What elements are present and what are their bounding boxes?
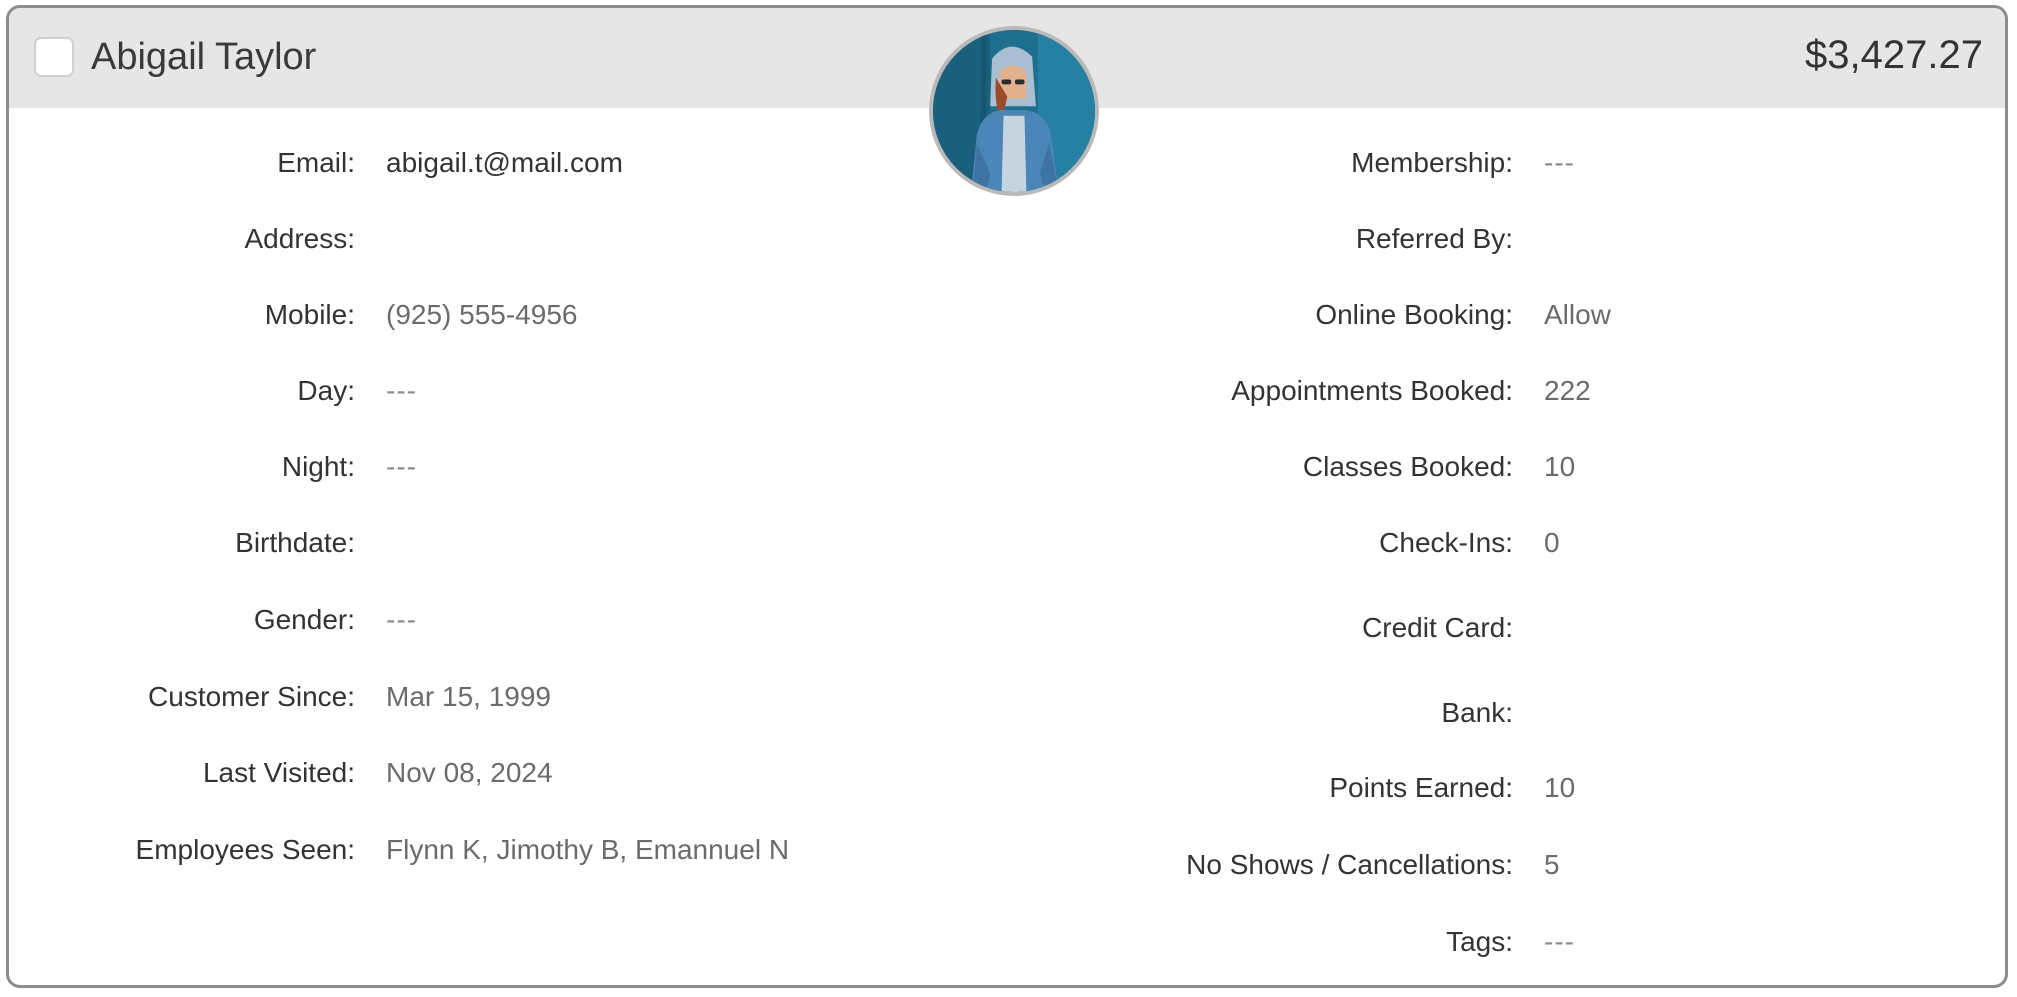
customer-avatar[interactable] [929, 26, 1099, 196]
field-check-ins: Check-Ins: 0 [9, 523, 1999, 563]
field-label: Online Booking: [1315, 299, 1513, 330]
field-appointments-booked: Appointments Booked: 222 [9, 371, 1999, 411]
field-label: Referred By: [1355, 223, 1513, 254]
field-points-earned: Points Earned: 10 [9, 768, 1999, 808]
field-label: Credit Card: [1362, 612, 1513, 643]
field-online-booking: Online Booking: Allow [9, 295, 1999, 335]
field-classes-booked: Classes Booked: 10 [9, 447, 1999, 487]
customer-photo-icon [933, 30, 1095, 192]
membership-value: --- [1544, 147, 1575, 178]
field-referred-by: Referred By: [9, 219, 1999, 259]
field-label: Appointments Booked: [1231, 375, 1513, 406]
field-label: Classes Booked: [1302, 451, 1513, 482]
field-label: Tags: [1446, 926, 1513, 957]
online-booking-value: Allow [1544, 299, 1611, 330]
select-customer-checkbox[interactable] [34, 37, 74, 77]
field-label: Check-Ins: [1379, 527, 1513, 558]
field-tags: Tags: --- [9, 922, 1999, 962]
customer-name[interactable]: Abigail Taylor [91, 34, 316, 80]
field-label: Points Earned: [1329, 772, 1513, 803]
field-no-shows-cancellations: No Shows / Cancellations: 5 [9, 845, 1999, 885]
field-label: Membership: [1351, 147, 1513, 178]
field-label: No Shows / Cancellations: [1186, 849, 1513, 880]
customer-card: Abigail Taylor $3,427.27 Email: abigail.… [6, 5, 2008, 988]
tags-value: --- [1544, 926, 1575, 957]
appointments-booked-value: 222 [1544, 375, 1591, 406]
check-ins-value: 0 [1544, 527, 1560, 558]
field-bank: Bank: [9, 693, 1999, 733]
field-label: Bank: [1441, 697, 1513, 728]
customer-balance: $3,427.27 [1805, 33, 1983, 77]
classes-booked-value: 10 [1544, 451, 1576, 482]
field-credit-card: Credit Card: [9, 608, 1999, 648]
no-shows-value: 5 [1544, 849, 1560, 880]
points-earned-value: 10 [1544, 772, 1576, 803]
